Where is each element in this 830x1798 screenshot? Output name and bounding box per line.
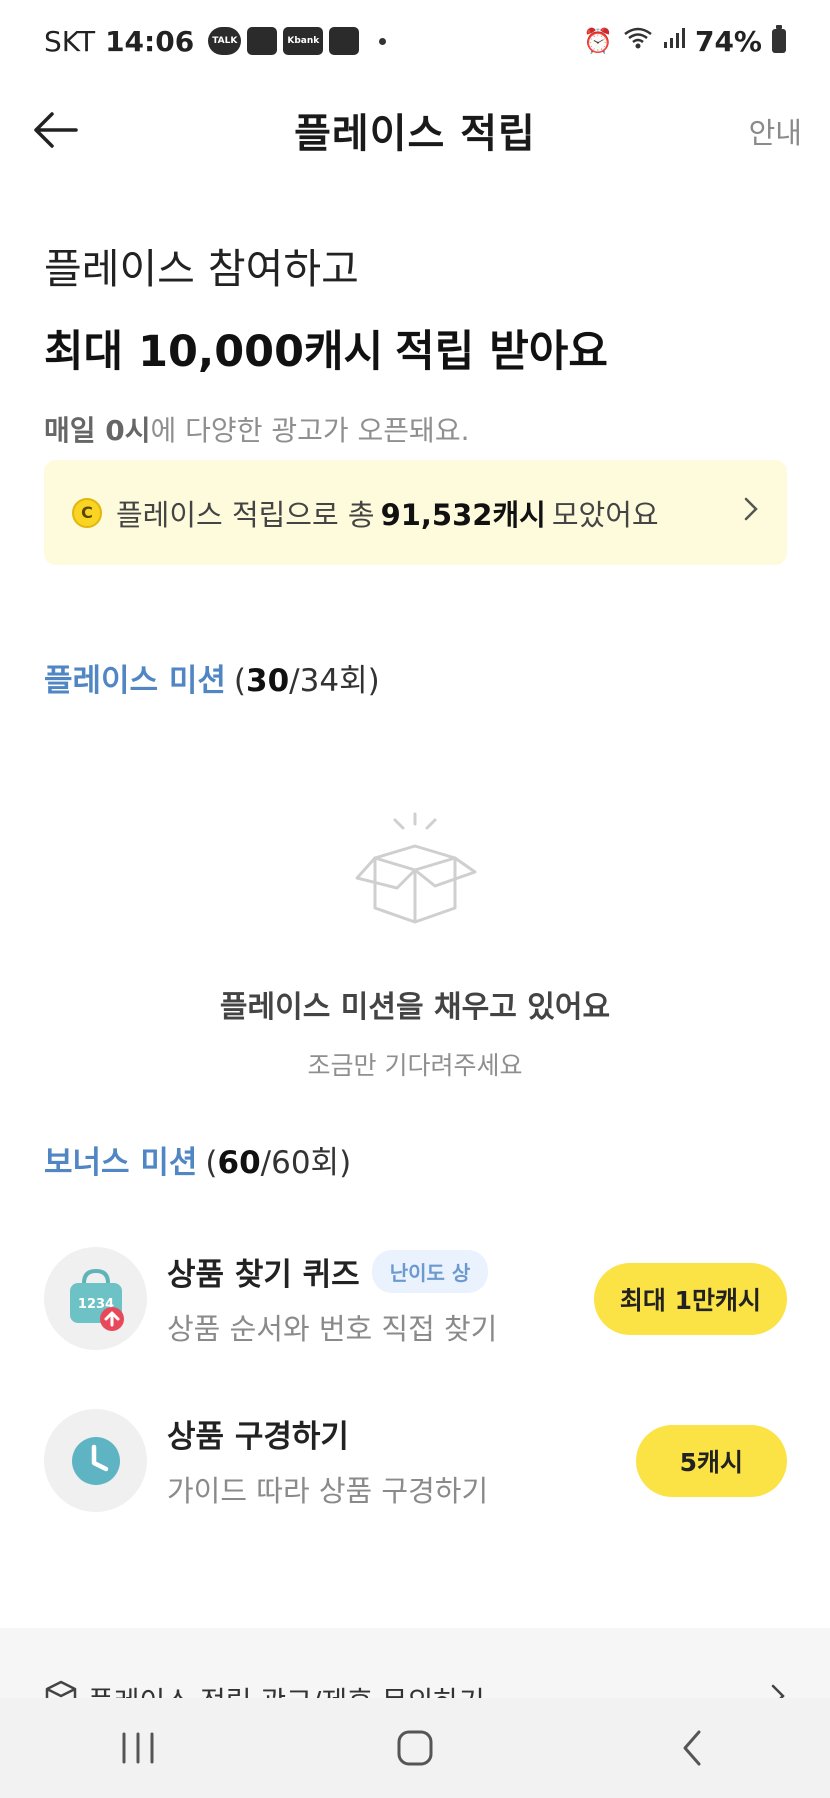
system-status-icons: ⏰ 74% <box>583 25 786 58</box>
hero-line-2-rest: 적립 받아요 <box>395 327 608 377</box>
total-suffix: 모았어요 <box>551 497 659 532</box>
mission-description: 상품 순서와 번호 직접 찾기 <box>167 1312 498 1346</box>
total-amount: 91,532캐시 <box>380 497 546 532</box>
count-open: ( <box>233 663 247 699</box>
mission-title: 상품 찾기 퀴즈 <box>167 1257 360 1293</box>
place-mission-done: 30 <box>246 663 290 699</box>
kbank-notification-icon: Kbank <box>283 27 324 55</box>
hero-subtitle: 매일 0시에 다양한 광고가 오픈돼요. <box>44 409 608 449</box>
battery-icon <box>772 25 786 53</box>
clock-time: 14:06 <box>105 24 195 58</box>
ad-inquiry-link[interactable]: 플레이스 적립 광고/제휴 문의하기 <box>0 1628 830 1698</box>
reward-button[interactable]: 최대 1만캐시 <box>593 1262 787 1335</box>
cash-coin-icon: C <box>72 497 102 528</box>
mission-title-row: 상품 구경하기 <box>167 1411 488 1456</box>
generic-notification-icon <box>247 27 278 55</box>
recent-apps-button[interactable] <box>98 1718 178 1778</box>
place-mission-total: /34회) <box>289 663 380 699</box>
mission-description: 가이드 따라 상품 구경하기 <box>167 1474 489 1508</box>
home-icon <box>397 1730 433 1766</box>
guide-link[interactable]: 안내 <box>749 110 802 152</box>
hero-section: 플레이스 참여하고 최대 10,000캐시 적립 받아요 매일 0시에 다양한 … <box>41 235 608 449</box>
difficulty-badge: 난이도 상 <box>371 1250 489 1293</box>
bonus-mission-title: 보너스 미션 <box>44 1145 198 1181</box>
mission-text: 상품 구경하기 가이드 따라 상품 구경하기 <box>167 1411 488 1510</box>
app-header: 플레이스 적립 안내 <box>0 82 830 177</box>
carrier-label: SKT <box>44 24 96 58</box>
mission-text: 상품 찾기 퀴즈 난이도 상 상품 순서와 번호 직접 찾기 <box>167 1249 497 1348</box>
cube-icon <box>44 1679 78 1698</box>
empty-state-subtitle: 조금만 기다려주세요 <box>307 1051 523 1080</box>
chevron-right-icon <box>770 1682 786 1698</box>
shopping-bag-icon: 1234 <box>44 1247 147 1350</box>
mission-title: 상품 구경하기 <box>167 1419 349 1455</box>
generic-notification-icon-2 <box>329 27 360 55</box>
system-back-button[interactable] <box>652 1718 732 1778</box>
count-open: ( <box>205 1145 218 1181</box>
mission-item-quiz[interactable]: 1234 상품 찾기 퀴즈 난이도 상 상품 순서와 번호 직접 찾기 최대 1… <box>44 1246 787 1351</box>
home-button[interactable] <box>375 1718 455 1778</box>
hero-line-2: 최대 10,000캐시 적립 받아요 <box>41 317 608 379</box>
mission-item-browse[interactable]: 상품 구경하기 가이드 따라 상품 구경하기 5캐시 <box>44 1408 787 1513</box>
clock-icon <box>44 1409 147 1512</box>
bonus-mission-count: (60/60회) <box>205 1145 351 1181</box>
signal-icon <box>663 26 685 56</box>
bonus-mission-header: 보너스 미션 (60/60회) <box>44 1137 351 1182</box>
back-button[interactable] <box>30 104 82 156</box>
hero-line-1: 플레이스 참여하고 <box>44 245 359 293</box>
hero-subtitle-rest: 에 다양한 광고가 오픈돼요. <box>150 414 470 447</box>
ad-inquiry-row: 플레이스 적립 광고/제휴 문의하기 <box>44 1679 786 1698</box>
chevron-left-icon <box>683 1730 701 1766</box>
page-title: 플레이스 적립 <box>294 110 536 157</box>
empty-state: 플레이스 미션을 채우고 있어요 조금만 기다려주세요 <box>0 810 830 1082</box>
kakaotalk-notification-icon: TALK <box>208 27 242 55</box>
more-notifications-dot-icon <box>379 37 387 45</box>
total-earned-banner[interactable]: C 플레이스 적립으로 총 91,532캐시 모았어요 <box>44 460 787 565</box>
recent-apps-icon <box>122 1732 154 1764</box>
empty-state-title: 플레이스 미션을 채우고 있어요 <box>219 990 611 1025</box>
hero-subtitle-bold: 매일 0시 <box>44 414 151 447</box>
bonus-mission-total: /60회) <box>260 1145 352 1181</box>
place-mission-title: 플레이스 미션 <box>44 663 226 699</box>
notification-icons: TALK Kbank <box>208 27 387 55</box>
place-mission-count: (30/34회) <box>234 663 380 699</box>
open-box-icon <box>355 812 477 924</box>
mission-title-row: 상품 찾기 퀴즈 난이도 상 <box>167 1249 497 1294</box>
status-bar: SKT 14:06 TALK Kbank ⏰ 74% <box>0 0 830 82</box>
wifi-icon <box>623 26 653 56</box>
alarm-icon: ⏰ <box>583 27 613 55</box>
total-prefix: 플레이스 적립으로 총 <box>116 497 375 532</box>
ad-inquiry-label: 플레이스 적립 광고/제휴 문의하기 <box>88 1680 485 1699</box>
place-mission-header: 플레이스 미션 (30/34회) <box>44 655 380 700</box>
arrow-left-icon <box>34 112 78 148</box>
hero-highlight: 최대 10,000캐시 <box>41 317 386 379</box>
reward-button[interactable]: 5캐시 <box>635 1424 787 1497</box>
system-nav-bar <box>0 1698 830 1798</box>
chevron-right-icon <box>743 495 759 530</box>
bonus-mission-done: 60 <box>217 1145 261 1181</box>
battery-percent: 74% <box>694 24 762 58</box>
